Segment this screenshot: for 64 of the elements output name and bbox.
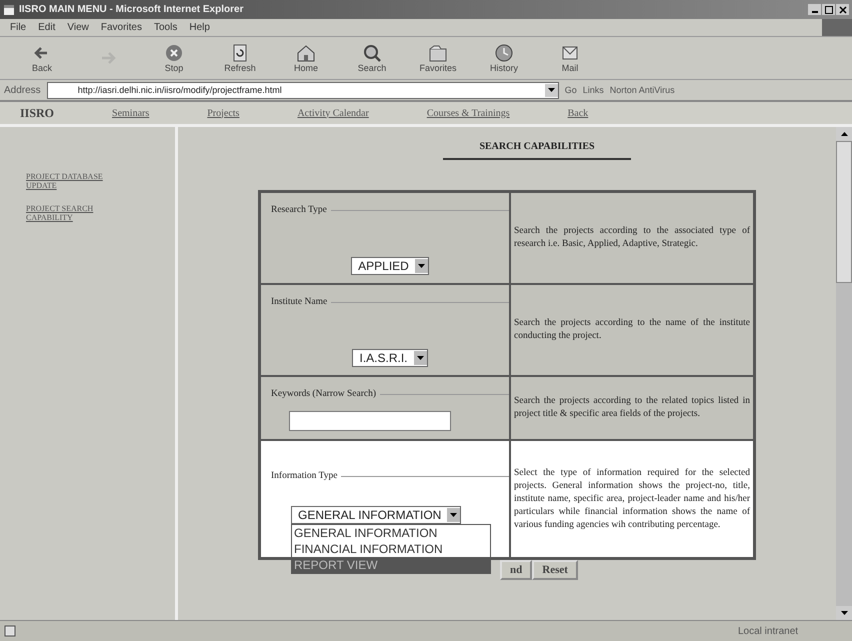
dropdown-field[interactable]: APPLIED bbox=[351, 257, 429, 275]
scrollbar[interactable] bbox=[836, 127, 852, 620]
menu-item[interactable]: View bbox=[67, 22, 89, 33]
toolbar-button[interactable]: Favorites bbox=[416, 43, 460, 73]
toolbar-button[interactable]: Mail bbox=[548, 43, 592, 73]
form-button[interactable]: nd bbox=[500, 560, 532, 580]
dropdown-arrow-icon bbox=[418, 264, 425, 268]
description-cell-text: Search the projects according to the name of the institute conducting the project. bbox=[513, 317, 751, 343]
links-button[interactable]: Links bbox=[582, 85, 604, 95]
page-icon bbox=[4, 625, 16, 637]
field-label: Keywords (Narrow Search) bbox=[271, 389, 376, 399]
sidebar-link[interactable]: PROJECT DATABASE UPDATE bbox=[26, 172, 126, 190]
toolbar-button[interactable]: Home bbox=[284, 43, 328, 73]
description-cell-text: Search the projects according to the related topics listed in project title & specific area fields of the projects. bbox=[513, 395, 751, 421]
go-button[interactable]: Go bbox=[564, 85, 577, 95]
page-heading: SEARCH CAPABILITIES bbox=[443, 141, 631, 160]
nav-link[interactable]: Projects bbox=[207, 108, 240, 118]
dropdown-option[interactable]: FINANCIAL INFORMATION bbox=[292, 541, 490, 557]
description-cell-text: Select the type of information required for the selected projects. General information shows the project-no, title, institute name, specific area, project-leader name and his/her particulars while financial information shows the name of various funding agencies wih contributing percentage. bbox=[513, 466, 751, 532]
nav-link[interactable]: Courses & Trainings bbox=[426, 108, 510, 118]
field-label: Research Type bbox=[271, 205, 327, 215]
search-icon bbox=[361, 43, 383, 63]
close-button[interactable] bbox=[836, 4, 849, 15]
field-label: Information Type bbox=[271, 471, 338, 481]
form-button[interactable]: Reset bbox=[532, 560, 578, 580]
minimize-button[interactable] bbox=[808, 4, 821, 15]
toolbar-button[interactable]: Back bbox=[20, 43, 64, 73]
toolbar-button[interactable]: Refresh bbox=[218, 43, 262, 73]
address-label: Address bbox=[4, 84, 41, 96]
description-cell-text: Search the projects according to the associated type of research i.e. Basic, Applied, Adaptive, Strategic. bbox=[513, 225, 751, 251]
nav-link[interactable]: Activity Calendar bbox=[297, 108, 369, 118]
window-title: IISRO MAIN MENU - Microsoft Internet Explorer bbox=[19, 4, 244, 15]
windows-logo-icon bbox=[822, 19, 852, 36]
minimize-icon bbox=[812, 11, 818, 13]
stop-icon bbox=[163, 43, 185, 63]
field-label: Institute Name bbox=[271, 297, 328, 307]
security-zone: Local intranet bbox=[738, 626, 800, 636]
keyword-field[interactable] bbox=[289, 411, 451, 431]
menu-item[interactable]: File bbox=[10, 22, 26, 33]
dropdown-option[interactable]: GENERAL INFORMATION bbox=[292, 525, 490, 541]
sidebar-link[interactable]: PROJECT SEARCH CAPABILITY bbox=[26, 204, 126, 222]
dropdown-arrow-icon bbox=[416, 356, 424, 360]
browser-icon bbox=[3, 4, 15, 16]
maximize-button[interactable] bbox=[822, 4, 835, 15]
scroll-up-icon[interactable] bbox=[840, 132, 848, 136]
dropdown-option[interactable]: REPORT VIEW bbox=[292, 557, 490, 573]
dropdown-arrow-icon bbox=[450, 513, 458, 517]
home-icon bbox=[295, 43, 317, 63]
back-link[interactable]: Back bbox=[568, 108, 588, 118]
history-icon bbox=[493, 43, 515, 63]
antivirus-button[interactable]: Norton AntiVirus bbox=[610, 85, 675, 95]
scroll-down-icon[interactable] bbox=[840, 611, 848, 615]
nav-link[interactable]: Seminars bbox=[112, 108, 150, 118]
site-brand: IISRO bbox=[20, 106, 54, 120]
menu-item[interactable]: Edit bbox=[38, 22, 56, 33]
toolbar-button[interactable]: Search bbox=[350, 43, 394, 73]
menu-item[interactable]: Favorites bbox=[100, 22, 142, 33]
toolbar-button[interactable]: Stop bbox=[152, 43, 196, 73]
menu-item[interactable]: Tools bbox=[154, 22, 178, 33]
toolbar-button[interactable]: History bbox=[482, 43, 526, 73]
folder-icon bbox=[427, 43, 449, 63]
address-field[interactable]: http://iasri.delhi.nic.in/iisro/modify/projectframe.html bbox=[46, 82, 559, 98]
dropdown-field[interactable]: I.A.S.R.I. bbox=[352, 349, 428, 367]
menu-item[interactable]: Help bbox=[189, 22, 210, 33]
